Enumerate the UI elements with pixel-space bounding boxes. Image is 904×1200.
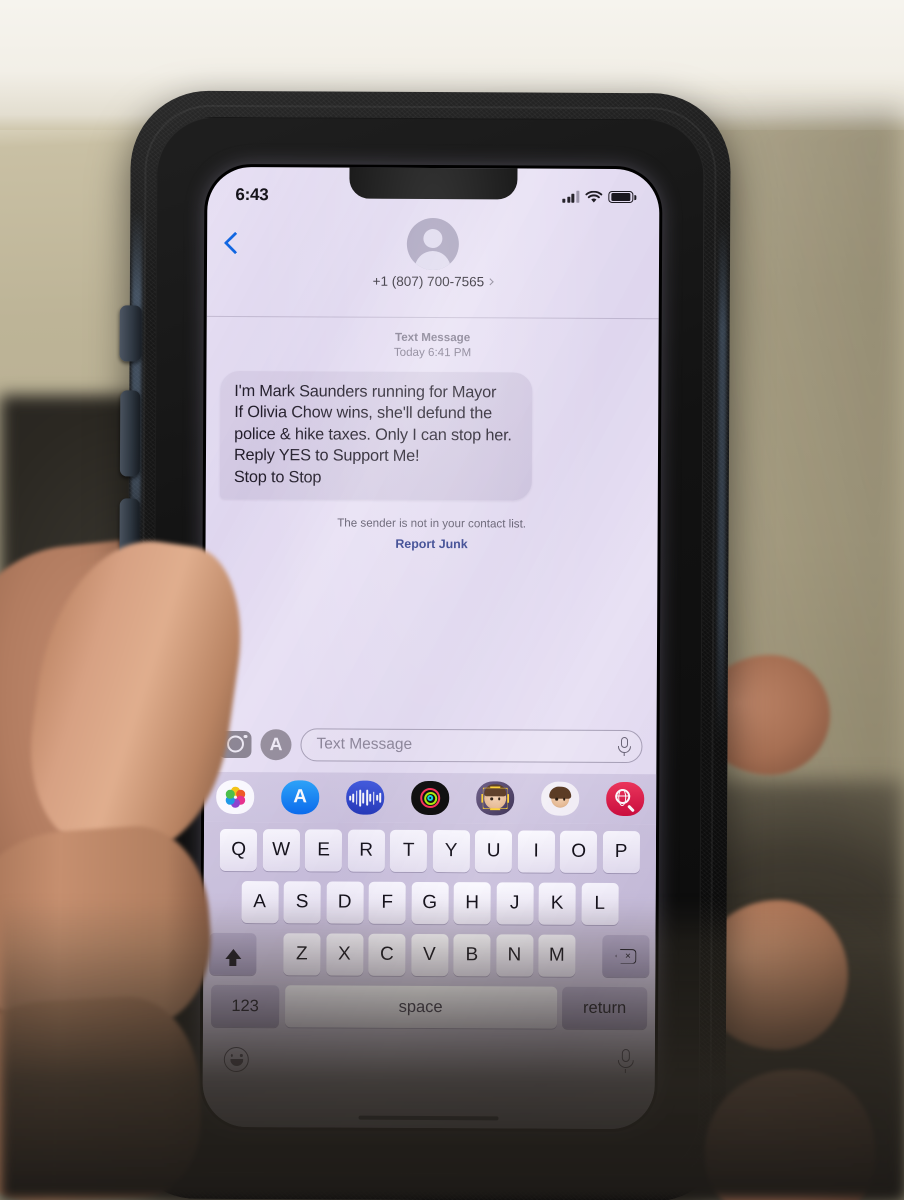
key-i[interactable]: I [517,830,555,873]
volume-up-button[interactable] [119,390,141,477]
message-placeholder: Text Message [316,735,413,753]
contact-number-text: +1 (807) 700-7565 [372,273,485,290]
report-junk-link[interactable]: Report Junk [220,536,644,552]
battery-full-icon [608,190,634,204]
conversation-thread: Text Message Today 6:41 PM I'm Mark Saun… [206,317,659,552]
chevron-right-icon [487,278,495,286]
key-p[interactable]: P [602,830,640,874]
image-search-app-icon[interactable] [606,781,645,817]
key-u[interactable]: U [475,830,513,873]
sender-warning-text: The sender is not in your contact list. [337,516,527,531]
app-store-glyph: A [269,734,283,755]
message-text-field[interactable]: Text Message [300,727,643,763]
case-highlight-right [716,223,728,744]
activity-rings-glyph [420,787,441,809]
app-store-app-icon[interactable]: A [281,780,320,815]
key-t[interactable]: T [390,829,428,872]
back-chevron-icon[interactable] [223,231,247,255]
image-search-glyph [614,788,636,813]
memoji-stickers-app-icon[interactable] [541,781,580,816]
conversation-navbar: +1 (807) 700-7565 [206,213,660,320]
photos-flower-glyph [225,786,245,808]
wifi-icon [585,190,603,202]
key-y[interactable]: Y [432,830,470,873]
fitness-app-icon[interactable] [411,780,450,816]
dark-foreground-bottom [0,900,904,1200]
message-row: I'm Mark Saunders running for Mayor If O… [219,371,645,501]
waveform-glyph [349,789,382,807]
keyboard-row-1: QWERTYUIOP [207,828,653,874]
cellular-bars-icon [562,190,580,203]
contact-header[interactable]: +1 (807) 700-7565 [372,217,495,290]
key-r[interactable]: R [347,829,385,872]
memoji-app-icon[interactable] [476,781,515,816]
photograph-of-phone-in-hand: 6:43 +1 (807) 700-7565 Text Message Toda… [0,0,904,1200]
microphone-icon[interactable] [617,736,631,756]
message-timestamp: Today 6:41 PM [393,345,472,360]
key-e[interactable]: E [305,829,343,872]
photos-app-icon[interactable] [216,779,255,815]
app-store-a-glyph: A [293,786,308,808]
contact-name[interactable]: +1 (807) 700-7565 [372,273,495,290]
message-meta: Text Message Today 6:41 PM [220,329,644,361]
silent-switch[interactable] [119,305,142,362]
memoji-capture-frame-icon [481,786,509,810]
key-o[interactable]: O [560,830,598,873]
status-indicators [562,190,634,204]
imessage-app-drawer: A [204,771,657,825]
message-input-bar: A Text Message [204,716,656,774]
key-w[interactable]: W [262,829,300,872]
key-q[interactable]: Q [220,828,258,872]
memoji-sticker-glyph [551,789,570,808]
contact-avatar-icon [406,217,460,271]
notch [349,166,518,200]
incoming-message-bubble[interactable]: I'm Mark Saunders running for Mayor If O… [219,371,533,501]
app-store-icon[interactable]: A [260,728,292,760]
status-clock: 6:43 [235,184,269,205]
voice-memos-app-icon[interactable] [346,780,385,815]
